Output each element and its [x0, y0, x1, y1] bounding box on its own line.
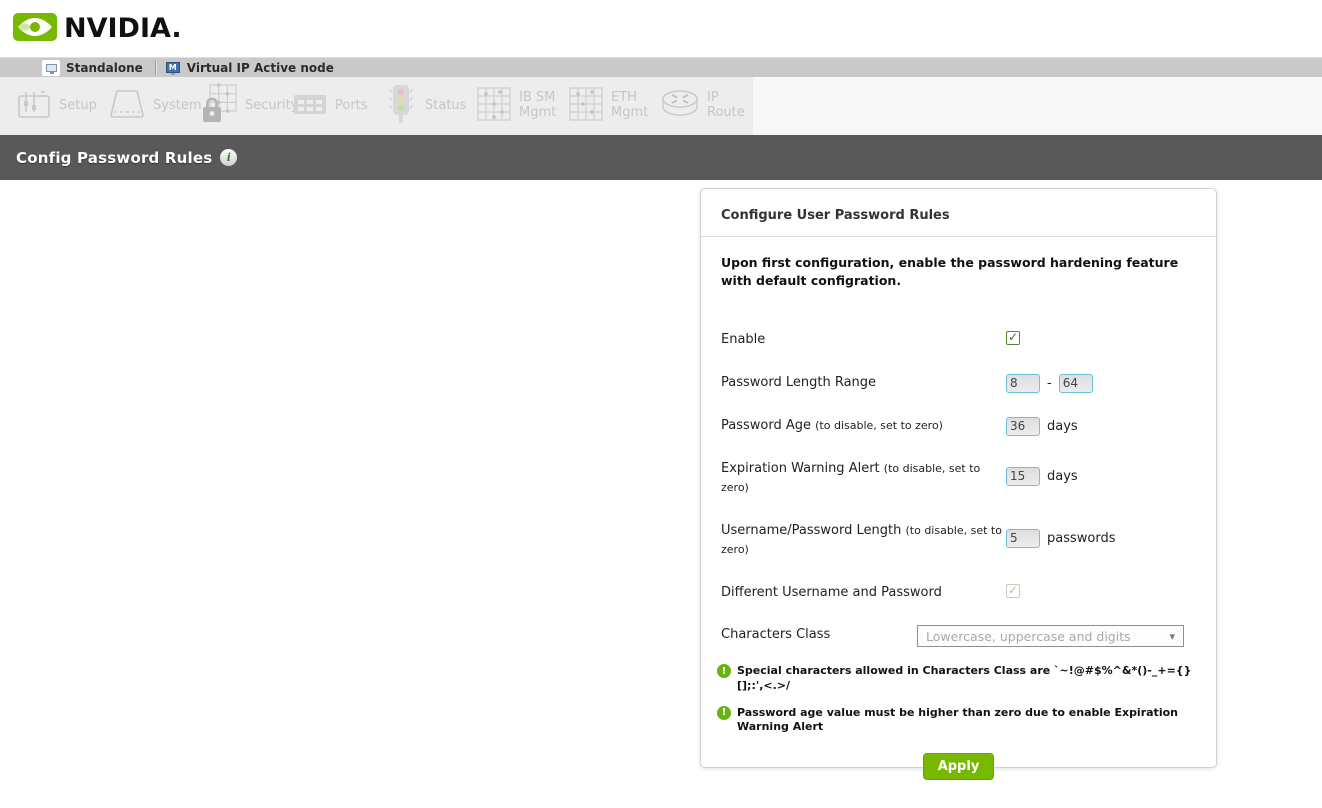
- apply-button[interactable]: Apply: [923, 753, 995, 780]
- note-special-characters-text: Special characters allowed in Characters…: [737, 664, 1200, 693]
- panel-separator: [701, 236, 1216, 237]
- different-username-password-label: Different Username and Password: [721, 583, 1006, 603]
- password-age-hint: (to disable, set to zero): [815, 419, 943, 432]
- page-header-bar: Config Password Rules i: [0, 135, 1322, 180]
- nav-ib-sm-mgmt-label: IB SM Mgmt: [519, 91, 556, 121]
- password-age-label: Password Age (to disable, set to zero): [721, 416, 1006, 436]
- system-icon: [106, 83, 148, 130]
- nav-item-security[interactable]: Security: [198, 81, 290, 132]
- password-length-range-label: Password Length Range: [721, 373, 1006, 393]
- different-username-password-checkbox: ✓: [1006, 584, 1020, 598]
- ib-sm-mgmt-icon: [474, 84, 514, 129]
- check-icon: ✓: [1008, 584, 1018, 596]
- nav-item-ib-sm-mgmt[interactable]: IB SM Mgmt: [474, 84, 566, 129]
- expiration-warning-input[interactable]: [1006, 467, 1040, 486]
- panel-title: Configure User Password Rules: [721, 189, 1196, 223]
- characters-class-value: Lowercase, uppercase and digits: [926, 629, 1131, 644]
- range-separator: -: [1047, 376, 1052, 391]
- tab-standalone-label: Standalone: [66, 61, 143, 75]
- brand-bar: NVIDIA.: [0, 0, 1322, 57]
- virtual-ip-monitor-icon: M: [166, 62, 180, 73]
- row-password-length-range: Password Length Range -: [721, 373, 1196, 393]
- main-nav-toolbar-items: Setup System: [0, 77, 753, 135]
- page-title: Config Password Rules: [16, 149, 212, 167]
- eth-mgmt-icon: [566, 84, 606, 129]
- expiration-warning-label: Expiration Warning Alert (to disable, se…: [721, 459, 1006, 498]
- enable-label: Enable: [721, 330, 1006, 350]
- exclamation-icon: !: [717, 664, 731, 678]
- main-nav-toolbar: Setup System: [0, 77, 1322, 135]
- row-enable: Enable ✓: [721, 330, 1196, 350]
- panel-intro-text: Upon first configuration, enable the pas…: [721, 254, 1189, 290]
- row-password-age: Password Age (to disable, set to zero) d…: [721, 416, 1196, 436]
- row-characters-class: Characters Class Lowercase, uppercase an…: [721, 625, 1196, 647]
- nav-item-ports[interactable]: Ports: [290, 84, 382, 129]
- nav-status-label: Status: [425, 99, 466, 114]
- configure-password-rules-panel: Configure User Password Rules Upon first…: [700, 188, 1217, 768]
- nvidia-wordmark: NVIDIA.: [64, 13, 182, 44]
- characters-class-select[interactable]: Lowercase, uppercase and digits ▾: [917, 625, 1184, 647]
- node-tab-bar: Standalone M Virtual IP Active node: [0, 57, 1322, 77]
- tab-standalone[interactable]: Standalone: [42, 60, 143, 76]
- password-age-unit: days: [1047, 419, 1078, 434]
- exclamation-icon: !: [717, 706, 731, 720]
- tab-divider: [155, 61, 156, 75]
- nvidia-logo: NVIDIA.: [12, 11, 182, 47]
- nvidia-eye-icon: [12, 11, 58, 47]
- ip-route-icon: [658, 84, 702, 129]
- nav-item-setup[interactable]: Setup: [14, 83, 106, 130]
- security-icon: [198, 81, 240, 132]
- nav-item-eth-mgmt[interactable]: ETH Mgmt: [566, 84, 658, 129]
- password-age-input[interactable]: [1006, 417, 1040, 436]
- username-password-length-unit: passwords: [1047, 531, 1116, 546]
- tab-virtual-ip-label: Virtual IP Active node: [187, 61, 334, 75]
- info-icon[interactable]: i: [220, 149, 237, 166]
- status-icon: [382, 81, 420, 132]
- password-length-min-input[interactable]: [1006, 374, 1040, 393]
- check-icon: ✓: [1008, 331, 1018, 343]
- characters-class-label: Characters Class: [721, 625, 917, 645]
- nav-ip-route-label: IP Route: [707, 91, 745, 121]
- tab-virtual-ip-active-node[interactable]: M Virtual IP Active node: [166, 61, 334, 75]
- note-special-characters: ! Special characters allowed in Characte…: [717, 664, 1200, 693]
- note-password-age: ! Password age value must be higher than…: [717, 706, 1200, 735]
- password-length-max-input[interactable]: [1059, 374, 1093, 393]
- ports-icon: [290, 84, 330, 129]
- nav-item-status[interactable]: Status: [382, 81, 474, 132]
- nav-setup-label: Setup: [59, 99, 97, 114]
- nav-item-ip-route[interactable]: IP Route: [658, 84, 750, 129]
- expiration-warning-unit: days: [1047, 469, 1078, 484]
- nav-ports-label: Ports: [335, 99, 368, 114]
- nav-eth-mgmt-label: ETH Mgmt: [611, 91, 648, 121]
- username-password-length-label: Username/Password Length (to disable, se…: [721, 521, 1006, 560]
- row-username-password-length: Username/Password Length (to disable, se…: [721, 521, 1196, 560]
- setup-icon: [14, 83, 54, 130]
- nav-system-label: System: [153, 99, 201, 114]
- nav-item-system[interactable]: System: [106, 83, 198, 130]
- username-password-length-input[interactable]: [1006, 529, 1040, 548]
- standalone-monitor-icon: [42, 60, 60, 76]
- enable-checkbox[interactable]: ✓: [1006, 331, 1020, 345]
- chevron-down-icon: ▾: [1169, 630, 1175, 643]
- note-password-age-text: Password age value must be higher than z…: [737, 706, 1200, 735]
- row-expiration-warning: Expiration Warning Alert (to disable, se…: [721, 459, 1196, 498]
- row-different-username-password: Different Username and Password ✓: [721, 583, 1196, 603]
